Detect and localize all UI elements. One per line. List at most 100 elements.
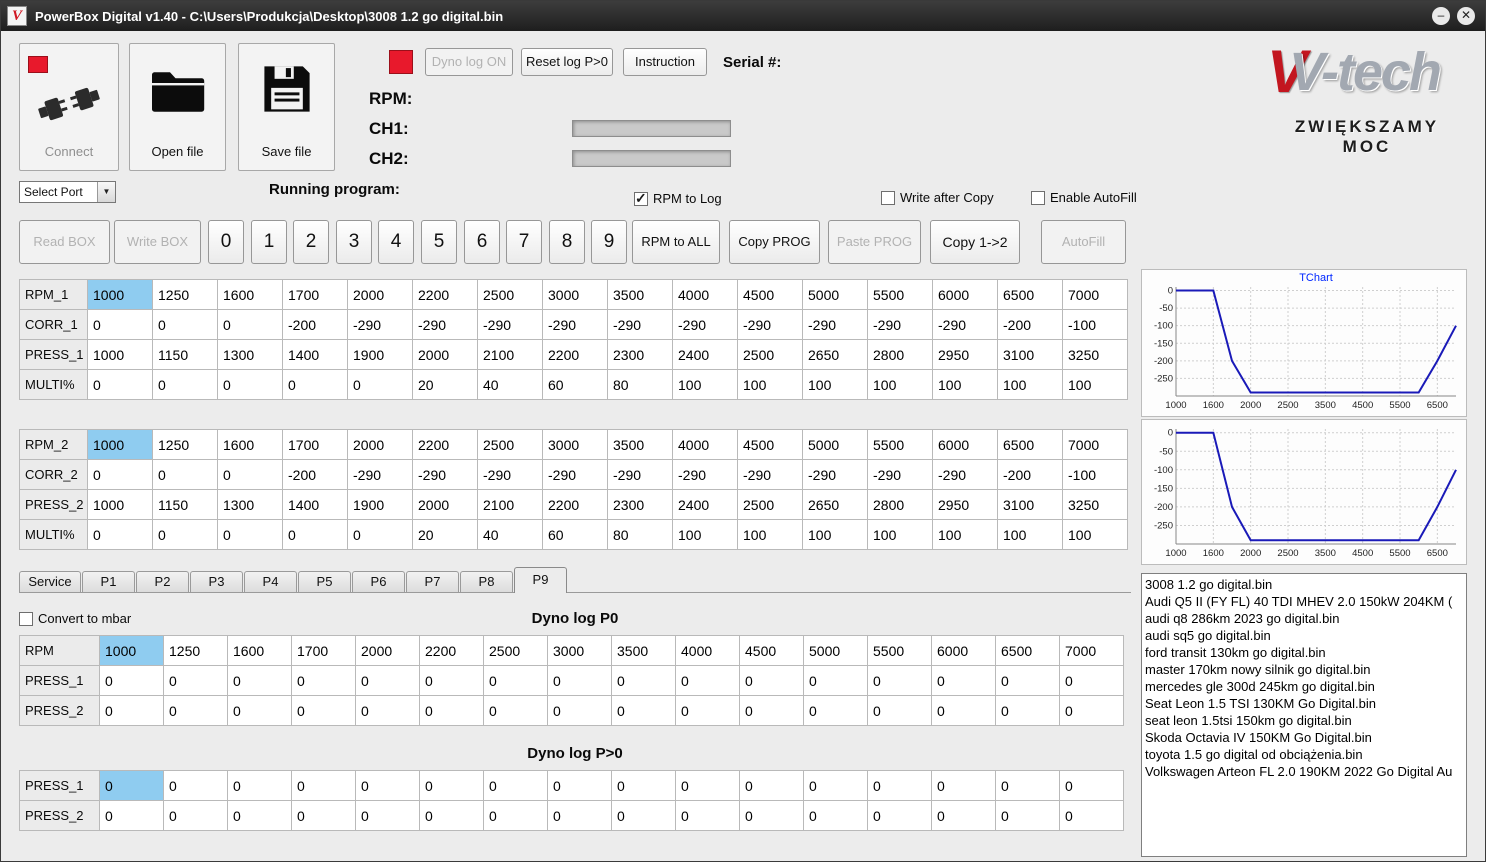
grid-cell[interactable]: 60 (542, 369, 608, 400)
grid-cell[interactable]: -290 (802, 459, 868, 490)
grid-cell[interactable]: 2000 (355, 635, 420, 666)
grid-cell[interactable]: 1700 (291, 635, 356, 666)
file-list-item[interactable]: audi sq5 go digital.bin (1142, 627, 1466, 644)
grid-cell[interactable]: 1150 (152, 339, 218, 370)
tab-p7[interactable]: P7 (406, 571, 459, 592)
grid-cell[interactable]: -200 (282, 309, 348, 340)
grid-cell[interactable]: 0 (995, 800, 1060, 831)
file-list-item[interactable]: Skoda Octavia IV 150KM Go Digital.bin (1142, 729, 1466, 746)
grid-cell[interactable]: 6000 (931, 635, 996, 666)
grid-cell[interactable]: 4000 (672, 279, 738, 310)
grid-cell[interactable]: 0 (739, 800, 804, 831)
grid-cell[interactable]: 2500 (477, 279, 543, 310)
grid-cell[interactable]: 6000 (932, 279, 998, 310)
grid-cell[interactable]: 7000 (1062, 279, 1128, 310)
grid-cell[interactable]: -290 (672, 459, 738, 490)
grid-cell[interactable]: 2500 (737, 339, 803, 370)
tab-p5[interactable]: P5 (298, 571, 351, 592)
tab-service[interactable]: Service (19, 571, 81, 592)
grid-cell[interactable]: 1000 (87, 489, 153, 520)
grid-cell[interactable]: 0 (803, 770, 868, 801)
grid-cell[interactable]: 2000 (347, 429, 413, 460)
grid-cell[interactable]: 3250 (1062, 489, 1128, 520)
write-after-copy-checkbox[interactable]: Write after Copy (881, 190, 994, 205)
grid-cell[interactable]: 2000 (412, 489, 478, 520)
instruction-button[interactable]: Instruction (623, 48, 707, 76)
grid-cell[interactable]: 3000 (542, 279, 608, 310)
grid-cell[interactable]: 0 (291, 695, 356, 726)
digit-button-2[interactable]: 2 (293, 220, 329, 264)
grid-cell[interactable]: 2800 (867, 339, 933, 370)
close-button[interactable]: ✕ (1457, 7, 1475, 25)
grid-cell[interactable]: 2000 (347, 279, 413, 310)
grid-cell[interactable]: 1400 (282, 489, 348, 520)
digit-button-7[interactable]: 7 (506, 220, 542, 264)
grid-cell[interactable]: -290 (802, 309, 868, 340)
grid-cell[interactable]: 0 (675, 770, 740, 801)
grid-cell[interactable]: 3500 (607, 429, 673, 460)
grid-cell[interactable]: 1900 (347, 489, 413, 520)
grid-cell[interactable]: 0 (483, 800, 548, 831)
grid-cell[interactable]: 100 (802, 519, 868, 550)
grid-cell[interactable]: 0 (227, 800, 292, 831)
grid-cell[interactable]: 0 (87, 369, 153, 400)
dropdown-arrow-icon[interactable]: ▼ (97, 182, 115, 202)
grid-cell[interactable]: 2950 (932, 339, 998, 370)
grid-cell[interactable]: 100 (932, 519, 998, 550)
grid-cell[interactable]: 3100 (997, 339, 1063, 370)
minimize-button[interactable]: – (1432, 7, 1450, 25)
grid-cell[interactable]: 0 (803, 800, 868, 831)
grid-cell[interactable]: 6000 (932, 429, 998, 460)
grid-cell[interactable]: 20 (412, 519, 478, 550)
grid-cell[interactable]: 0 (87, 459, 153, 490)
grid-cell[interactable]: 0 (1059, 800, 1124, 831)
grid-cell[interactable]: 100 (867, 369, 933, 400)
grid-cell[interactable]: 100 (1062, 519, 1128, 550)
grid-cell[interactable]: 2500 (477, 429, 543, 460)
grid-cell[interactable]: 40 (477, 369, 543, 400)
grid-cell[interactable]: -290 (477, 309, 543, 340)
grid-cell[interactable]: 0 (355, 770, 420, 801)
grid-cell[interactable]: 2500 (737, 489, 803, 520)
grid-cell[interactable]: 0 (1059, 665, 1124, 696)
grid-cell[interactable]: -290 (542, 459, 608, 490)
grid-cell[interactable]: 2100 (477, 489, 543, 520)
digit-button-3[interactable]: 3 (336, 220, 372, 264)
grid-cell[interactable]: 3500 (607, 279, 673, 310)
tab-p2[interactable]: P2 (136, 571, 189, 592)
tab-p6[interactable]: P6 (352, 571, 405, 592)
grid-cell[interactable]: 2650 (802, 489, 868, 520)
grid-cell[interactable]: 20 (412, 369, 478, 400)
grid-cell[interactable]: 0 (227, 770, 292, 801)
grid-cell[interactable]: 0 (419, 695, 484, 726)
grid-cell[interactable]: -290 (607, 459, 673, 490)
grid-cell[interactable]: 4500 (739, 635, 804, 666)
grid-cell[interactable]: 0 (867, 695, 932, 726)
grid-cell[interactable]: 0 (282, 369, 348, 400)
grid-cell[interactable]: 1600 (217, 429, 283, 460)
grid-cell[interactable]: 1000 (87, 429, 153, 460)
grid-cell[interactable]: 0 (931, 665, 996, 696)
tab-p8[interactable]: P8 (460, 571, 513, 592)
grid-cell[interactable]: -290 (672, 309, 738, 340)
grid-cell[interactable]: 3000 (547, 635, 612, 666)
grid-cell[interactable]: 0 (483, 695, 548, 726)
grid-cell[interactable]: 1150 (152, 489, 218, 520)
grid-cell[interactable]: 0 (1059, 770, 1124, 801)
grid-cell[interactable]: -290 (932, 459, 998, 490)
grid-cell[interactable]: 6500 (997, 279, 1063, 310)
grid-cell[interactable]: 0 (675, 800, 740, 831)
grid-cell[interactable]: -200 (997, 309, 1063, 340)
grid-cell[interactable]: 0 (217, 309, 283, 340)
grid-cell[interactable]: 0 (995, 770, 1060, 801)
rpm-to-all-button[interactable]: RPM to ALL (632, 220, 720, 264)
grid-cell[interactable]: 0 (803, 665, 868, 696)
grid-cell[interactable]: 5000 (802, 429, 868, 460)
digit-button-5[interactable]: 5 (421, 220, 457, 264)
grid-cell[interactable]: 3250 (1062, 339, 1128, 370)
grid-cell[interactable]: 1700 (282, 279, 348, 310)
grid-cell[interactable]: 4000 (672, 429, 738, 460)
grid-cell[interactable]: 0 (355, 800, 420, 831)
grid-cell[interactable]: 0 (995, 665, 1060, 696)
rpm-to-log-checkbox[interactable]: RPM to Log (634, 190, 722, 207)
